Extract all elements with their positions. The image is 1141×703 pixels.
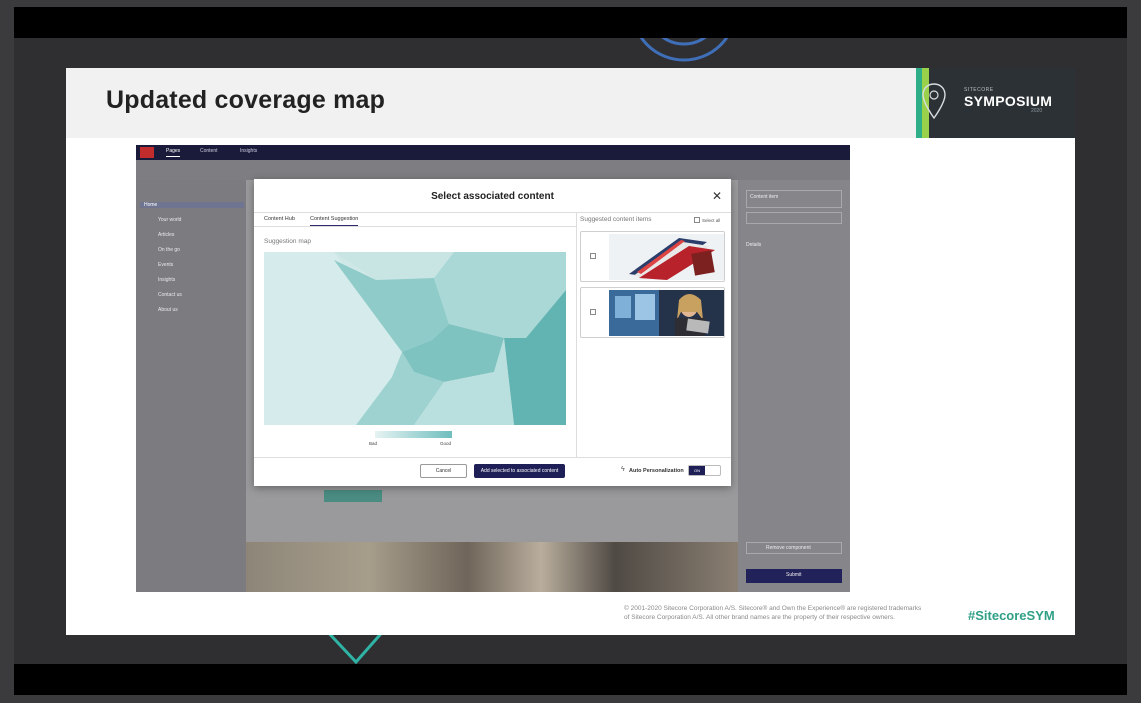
edit-content-button[interactable] [746, 212, 842, 224]
content-item-label: Content item [750, 194, 779, 200]
divider [254, 226, 576, 227]
details-label[interactable]: Details [746, 242, 761, 248]
map-pin-icon [922, 83, 946, 120]
lightning-icon: ϟ [621, 466, 625, 473]
quality-legend-gradient [375, 431, 452, 438]
app-screenshot: Pages Content Insights Home Your world A… [136, 145, 850, 592]
divider [254, 212, 731, 213]
canvas-cta-button[interactable] [324, 490, 382, 502]
remove-component-label: Remove component [766, 545, 811, 551]
select-all-checkbox[interactable]: Select all [694, 217, 720, 223]
checkbox[interactable] [694, 217, 700, 223]
legend-low-label: Bad [369, 441, 378, 446]
legal-line: of Sitecore Corporation A/S. All other b… [624, 614, 895, 621]
tree-item[interactable]: Articles [158, 232, 174, 238]
divider [254, 457, 731, 458]
tree-item[interactable]: Insights [158, 277, 175, 283]
tab-content-suggestion[interactable]: Content Suggestion [310, 216, 359, 226]
cancel-button[interactable]: Cancel [420, 464, 467, 478]
slide: Updated coverage map SITECORE SYMPOSIUM … [66, 68, 1075, 635]
select-content-dialog: Select associated content ✕ Content Hub … [254, 179, 731, 486]
symposium-brand-block: SITECORE SYMPOSIUM 2020 [916, 68, 1075, 138]
slide-header: Updated coverage map SITECORE SYMPOSIUM … [66, 68, 1075, 138]
app-toolbar [136, 160, 850, 180]
tree-item-home[interactable]: Home [140, 202, 244, 208]
item-checkbox[interactable] [590, 253, 596, 259]
close-icon[interactable]: ✕ [712, 189, 722, 203]
auto-personalization-toggle[interactable]: ON [688, 465, 721, 476]
app-tab-content[interactable]: Content [200, 148, 218, 154]
woman-tablet-photo [609, 290, 724, 336]
app-tab-pages[interactable]: Pages [166, 148, 181, 157]
app-top-bar: Pages Content Insights [136, 145, 850, 160]
select-all-label: Select all [702, 217, 721, 223]
letterbox-bottom [14, 664, 1127, 695]
tree-item[interactable]: Your world [158, 217, 181, 223]
suggested-items-label: Suggested content items [580, 216, 652, 223]
app-logo-icon [140, 147, 154, 158]
suggestion-map-label: Suggestion map [264, 238, 311, 245]
letterbox-top [14, 7, 1127, 38]
add-selected-button[interactable]: Add selected to associated content [474, 464, 565, 478]
tree-item[interactable]: About us [158, 307, 178, 313]
video-frame: Updated coverage map SITECORE SYMPOSIUM … [0, 0, 1141, 703]
properties-panel: Content item Details Remove component Su… [738, 180, 850, 592]
item-checkbox[interactable] [590, 309, 596, 315]
canvas-hero-image [246, 542, 738, 592]
slide-title: Updated coverage map [106, 86, 386, 114]
legal-notice: © 2001-2020 Sitecore Corporation A/S. Si… [624, 604, 944, 622]
brand-name: SYMPOSIUM [964, 93, 1053, 109]
content-tree-panel: Home Your world Articles On the go Event… [136, 180, 246, 592]
suggestion-map[interactable] [264, 252, 566, 425]
tree-item[interactable]: On the go [158, 247, 180, 253]
notebooks-photo [609, 234, 724, 280]
tab-content-hub[interactable]: Content Hub [264, 216, 295, 222]
tree-item[interactable]: Events [158, 262, 173, 268]
toggle-on-label: ON [689, 466, 705, 475]
legal-line: © 2001-2020 Sitecore Corporation A/S. Si… [624, 605, 922, 612]
hashtag: #SitecoreSYM [968, 608, 1055, 623]
tree-item[interactable]: Contact us [158, 292, 182, 298]
submit-label: Submit [786, 572, 802, 578]
content-item-card[interactable] [580, 231, 725, 282]
brand-year: 2020 [1031, 108, 1043, 114]
dialog-title: Select associated content [431, 191, 554, 202]
content-item-card[interactable] [580, 287, 725, 338]
auto-personalization-label: Auto Personalization [629, 468, 684, 474]
divider [576, 213, 577, 457]
app-tab-insights[interactable]: Insights [240, 148, 257, 154]
legend-high-label: Good [440, 441, 452, 446]
